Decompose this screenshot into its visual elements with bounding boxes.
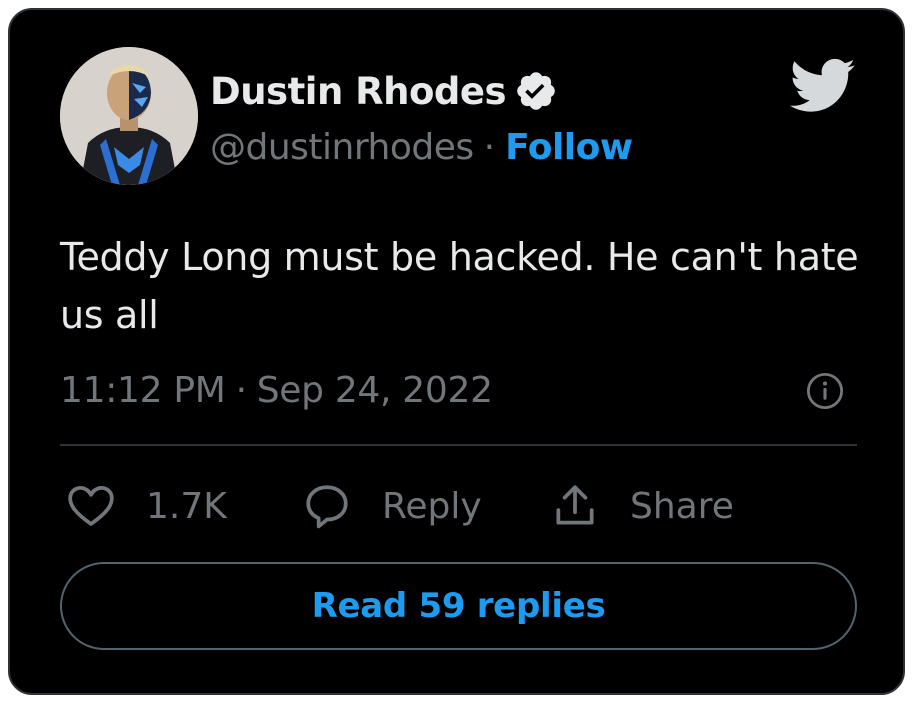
author-name-row: Dustin Rhodes: [210, 66, 558, 116]
share-label: Share: [630, 485, 734, 527]
avatar[interactable]: [60, 47, 198, 185]
tweet-card: Dustin Rhodes @dustinrhodes · Follow Ted…: [8, 8, 905, 695]
share-button[interactable]: Share: [550, 478, 734, 534]
like-count: 1.7K: [146, 485, 227, 527]
tweet-time: 11:12 PM: [60, 369, 226, 411]
author-handle-row: @dustinrhodes · Follow: [210, 122, 633, 172]
twitter-bird-icon[interactable]: [790, 58, 856, 114]
timestamp-separator: ·: [235, 369, 247, 411]
divider: [60, 444, 857, 446]
tweet-date: Sep 24, 2022: [256, 369, 493, 411]
verified-badge-icon: [517, 72, 555, 110]
like-button[interactable]: 1.7K: [66, 478, 227, 534]
speech-bubble-icon: [306, 485, 348, 529]
tweet-timestamp[interactable]: 11:12 PM · Sep 24, 2022: [60, 365, 493, 415]
read-replies-button[interactable]: Read 59 replies: [60, 562, 857, 650]
tweet-text: Teddy Long must be hacked. He can't hate…: [60, 235, 859, 337]
info-icon[interactable]: [806, 372, 844, 410]
reply-label: Reply: [382, 485, 482, 527]
reply-button[interactable]: Reply: [302, 478, 482, 534]
avatar-image: [60, 47, 198, 185]
author-display-name[interactable]: Dustin Rhodes: [210, 70, 507, 113]
share-upload-icon: [556, 485, 594, 525]
follow-button[interactable]: Follow: [505, 127, 633, 168]
handle-separator: ·: [483, 126, 496, 168]
heart-icon: [68, 486, 114, 526]
author-handle[interactable]: @dustinrhodes: [210, 127, 474, 168]
